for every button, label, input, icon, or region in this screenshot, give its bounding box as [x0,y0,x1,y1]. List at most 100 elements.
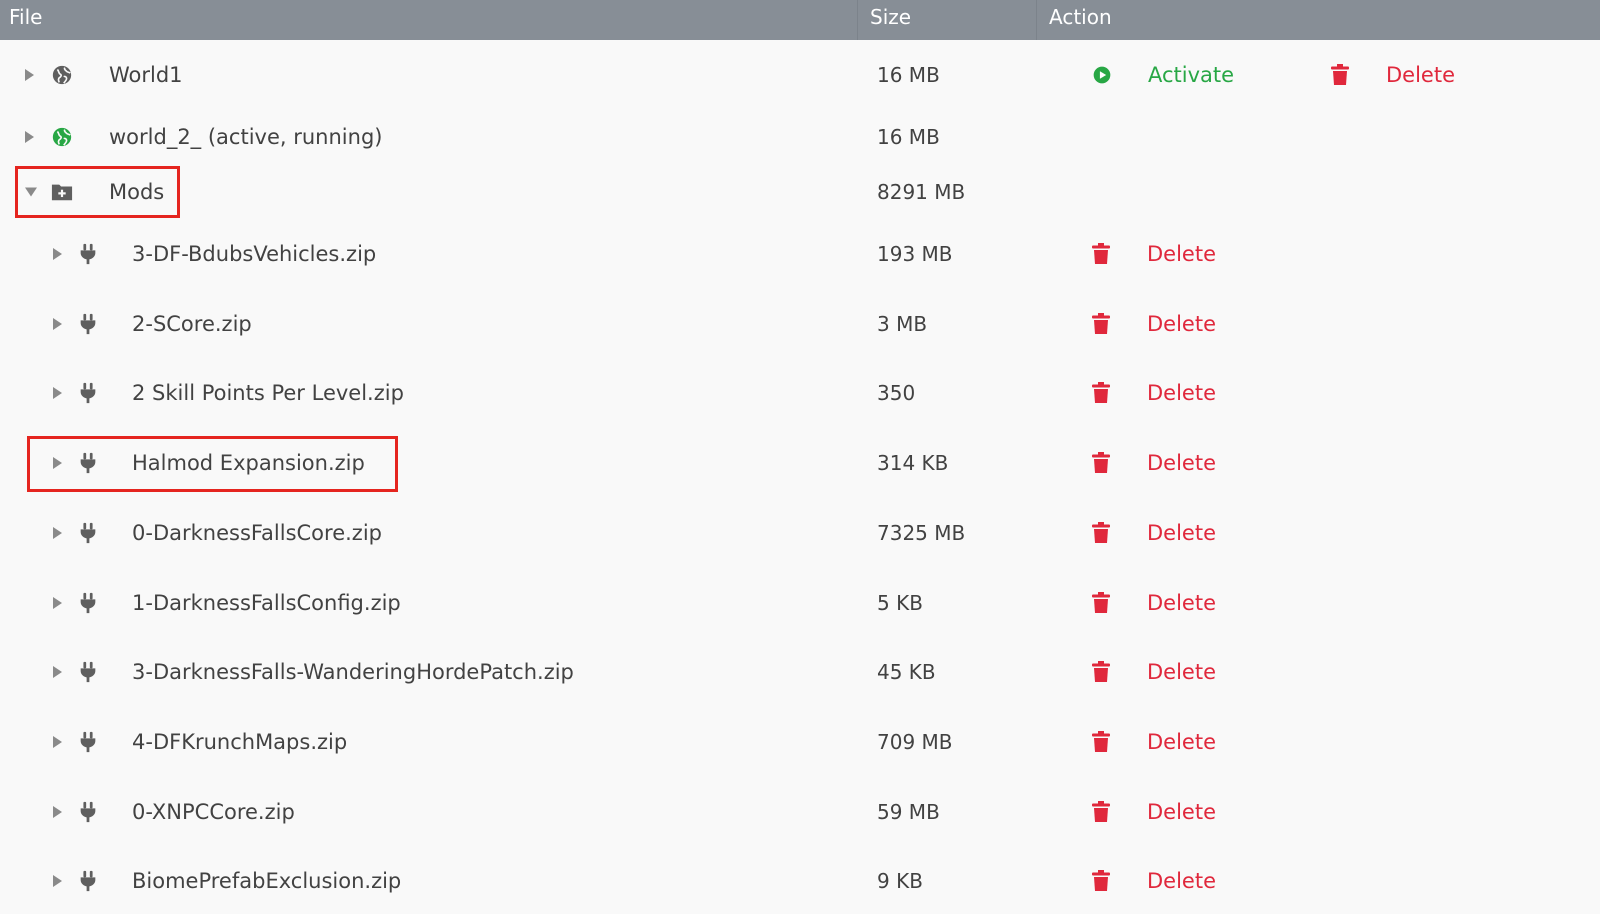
delete-button[interactable]: Delete [1091,869,1216,893]
delete-label: Delete [1147,312,1216,336]
expand-caret[interactable] [53,666,62,678]
table-row[interactable]: 2-SCore.zip 3 MB Delete [0,294,1600,354]
delete-button[interactable]: Delete [1091,451,1216,475]
row-name[interactable]: 2-SCore.zip [132,312,252,336]
expand-caret[interactable] [53,736,62,748]
row-size: 350 [877,381,916,405]
row-size: 3 MB [877,312,928,336]
row-name[interactable]: Halmod Expansion.zip [132,451,365,475]
delete-label: Delete [1147,869,1216,893]
row-size: 7325 MB [877,521,966,545]
delete-button[interactable]: Delete [1330,63,1455,87]
row-name[interactable]: 1-DarknessFallsConfig.zip [132,591,401,615]
activate-label: Activate [1148,63,1235,87]
delete-label: Delete [1147,381,1216,405]
row-name[interactable]: 4-DFKrunchMaps.zip [132,730,347,754]
trash-icon [1331,64,1349,85]
table-row[interactable]: 0-DarknessFallsCore.zip 7325 MB Delete [0,503,1600,563]
delete-label: Delete [1147,800,1216,824]
delete-button[interactable]: Delete [1091,381,1216,405]
delete-button[interactable]: Delete [1091,660,1216,684]
row-size: 45 KB [877,660,936,684]
row-name[interactable]: 2 Skill Points Per Level.zip [132,381,404,405]
trash-icon [1092,452,1110,473]
trash-icon [1092,382,1110,403]
delete-label: Delete [1147,730,1216,754]
row-name[interactable]: world_2_ (active, running) [109,125,382,149]
table-row[interactable]: 0-XNPCCore.zip 59 MB Delete [0,782,1600,842]
expand-caret[interactable] [25,69,34,81]
table-header: File Size Action [0,0,1600,40]
table-row[interactable]: Halmod Expansion.zip 314 KB Delete [0,433,1600,493]
expand-caret[interactable] [53,318,62,330]
plug-icon [80,522,96,544]
row-name[interactable]: 3-DF-BdubsVehicles.zip [132,242,376,266]
plug-icon [80,801,96,823]
plug-icon [80,243,96,265]
expand-caret[interactable] [53,806,62,818]
delete-button[interactable]: Delete [1091,312,1216,336]
row-size: 16 MB [877,63,940,87]
table-row[interactable]: BiomePrefabExclusion.zip 9 KB Delete [0,851,1600,911]
expand-caret[interactable] [53,597,62,609]
expand-caret[interactable] [53,875,62,887]
delete-label: Delete [1147,521,1216,545]
plug-icon [80,592,96,614]
delete-label: Delete [1147,451,1216,475]
trash-icon [1092,870,1110,891]
row-name[interactable]: 0-XNPCCore.zip [132,800,295,824]
trash-icon [1092,313,1110,334]
delete-label: Delete [1147,660,1216,684]
plug-icon [80,661,96,683]
trash-icon [1092,661,1110,682]
plug-icon [80,452,96,474]
header-file[interactable]: File [9,0,42,40]
delete-button[interactable]: Delete [1091,521,1216,545]
row-name[interactable]: 0-DarknessFallsCore.zip [132,521,382,545]
row-size: 16 MB [877,125,940,149]
expand-caret[interactable] [25,131,34,143]
delete-button[interactable]: Delete [1091,730,1216,754]
plug-icon [80,870,96,892]
table-row[interactable]: 3-DarknessFalls-WanderingHordePatch.zip … [0,642,1600,702]
expand-caret[interactable] [53,387,62,399]
row-name[interactable]: World1 [109,63,183,87]
row-size: 8291 MB [877,180,966,204]
globe-icon [52,65,72,85]
file-table: File Size Action World1 16 MB Activate D… [0,0,1600,914]
table-row[interactable]: 3-DF-BdubsVehicles.zip 193 MB Delete [0,224,1600,284]
row-size: 709 MB [877,730,953,754]
delete-button[interactable]: Delete [1091,800,1216,824]
row-size: 59 MB [877,800,940,824]
expand-caret[interactable] [53,457,62,469]
trash-icon [1092,243,1110,264]
globe-icon-active [52,127,72,147]
table-row[interactable]: 4-DFKrunchMaps.zip 709 MB Delete [0,712,1600,772]
expand-caret[interactable] [53,527,62,539]
trash-icon [1092,731,1110,752]
delete-label: Delete [1386,63,1455,87]
row-name[interactable]: BiomePrefabExclusion.zip [132,869,401,893]
table-row-mods[interactable]: Mods 8291 MB [0,162,1600,222]
collapse-caret[interactable] [25,187,37,197]
row-name[interactable]: 3-DarknessFalls-WanderingHordePatch.zip [132,660,574,684]
table-row-world2[interactable]: world_2_ (active, running) 16 MB [0,107,1600,167]
delete-button[interactable]: Delete [1091,591,1216,615]
row-name[interactable]: Mods [109,180,164,204]
delete-label: Delete [1147,591,1216,615]
trash-icon [1092,522,1110,543]
table-row[interactable]: 2 Skill Points Per Level.zip 350 Delete [0,363,1600,423]
row-size: 314 KB [877,451,949,475]
row-size: 193 MB [877,242,953,266]
delete-button[interactable]: Delete [1091,242,1216,266]
table-row-world1[interactable]: World1 16 MB Activate Delete [0,45,1600,105]
play-circle-icon [1093,66,1111,84]
header-action: Action [1036,0,1112,40]
folder-plus-icon [51,184,73,201]
expand-caret[interactable] [53,248,62,260]
row-size: 9 KB [877,869,923,893]
header-size[interactable]: Size [857,0,1035,40]
activate-button[interactable]: Activate [1092,63,1234,87]
trash-icon [1092,592,1110,613]
table-row[interactable]: 1-DarknessFallsConfig.zip 5 KB Delete [0,573,1600,633]
